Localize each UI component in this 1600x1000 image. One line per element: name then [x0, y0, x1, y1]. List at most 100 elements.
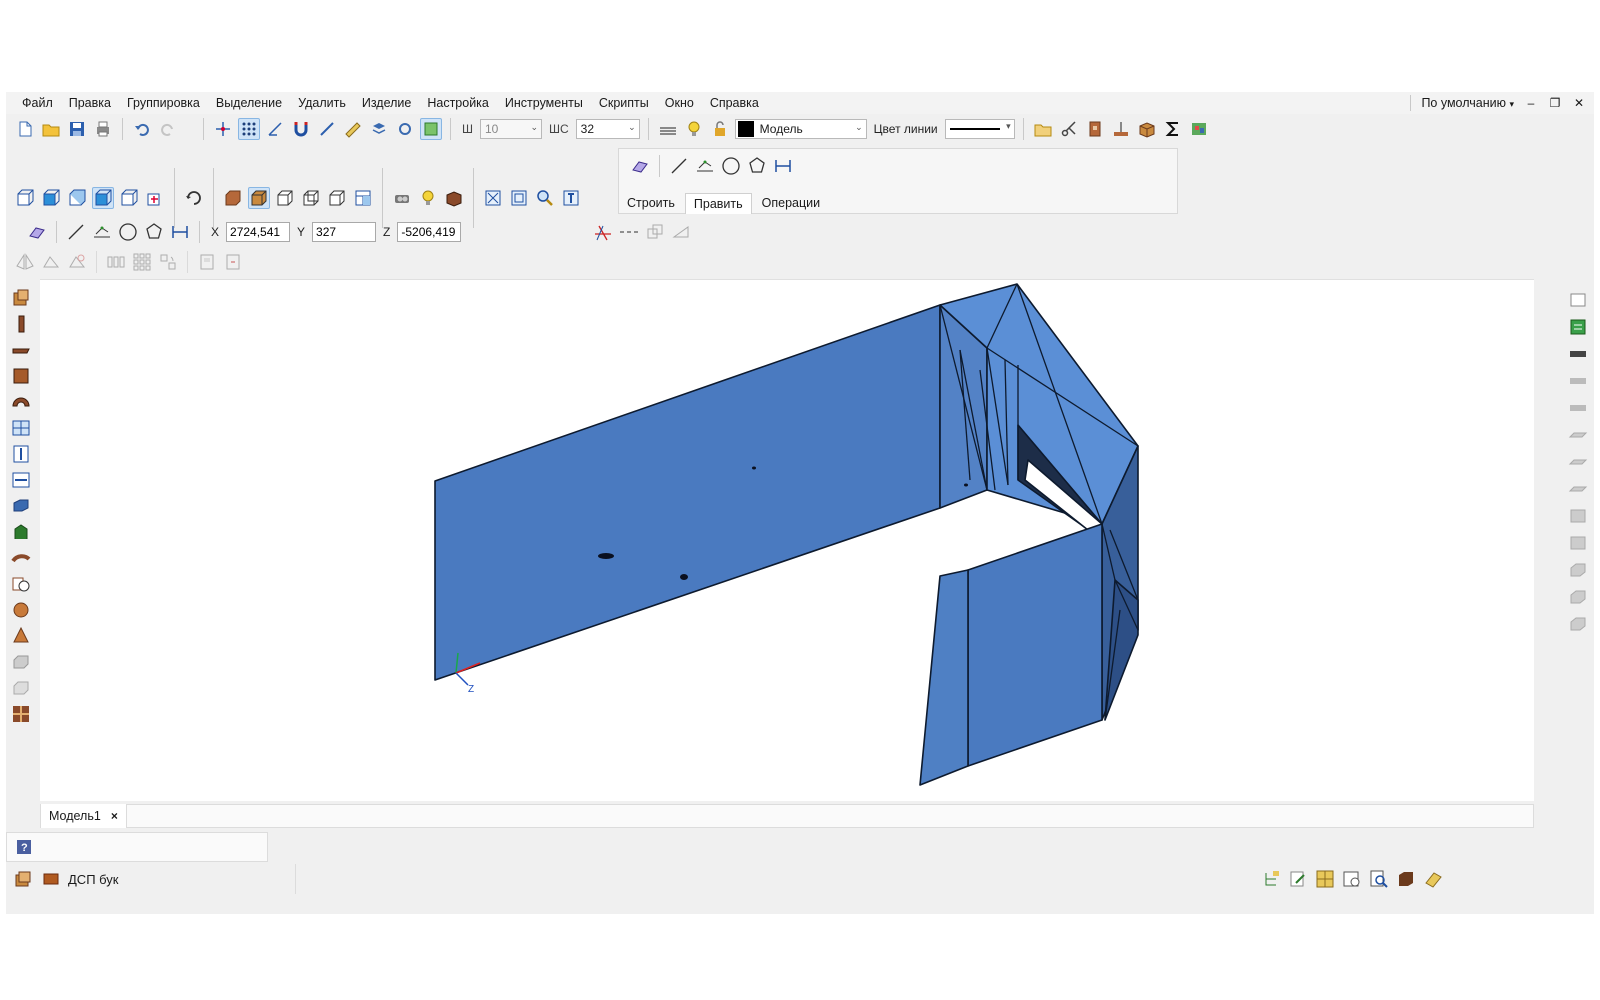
- menu-delete[interactable]: Удалить: [290, 92, 354, 114]
- plane-tool-icon[interactable]: [629, 155, 651, 177]
- material-indicator[interactable]: ДСП бук: [6, 864, 296, 894]
- 3d-viewport[interactable]: Z: [40, 279, 1534, 801]
- dimension-tool-icon[interactable]: [772, 155, 794, 177]
- drill-icon[interactable]: [1110, 118, 1132, 140]
- close-icon[interactable]: ✕: [1572, 96, 1586, 110]
- sum-icon[interactable]: [1162, 118, 1184, 140]
- magnet-icon[interactable]: [290, 118, 312, 140]
- view-right-icon[interactable]: [118, 187, 140, 209]
- parts2-icon[interactable]: [1567, 586, 1589, 608]
- close-tab-icon[interactable]: ×: [111, 809, 118, 823]
- refresh-view-icon[interactable]: [394, 118, 416, 140]
- circle-tool-icon[interactable]: [720, 155, 742, 177]
- back-panel-icon[interactable]: [10, 365, 32, 387]
- layer-combo[interactable]: Модель ⌄: [734, 119, 867, 139]
- tab-build[interactable]: Строить: [619, 193, 683, 214]
- section-view-icon[interactable]: [352, 187, 374, 209]
- restore-icon[interactable]: ❐: [1548, 96, 1562, 110]
- cabinet-icon[interactable]: [1395, 868, 1417, 890]
- z-coordinate-input[interactable]: [397, 222, 462, 242]
- menu-tools[interactable]: Инструменты: [497, 92, 591, 114]
- view-rotate-icon[interactable]: [144, 187, 166, 209]
- array-rotate-icon[interactable]: [157, 251, 179, 273]
- polygon-tool-icon[interactable]: [143, 221, 165, 243]
- divider-v-icon[interactable]: [10, 443, 32, 465]
- menu-selection[interactable]: Выделение: [208, 92, 290, 114]
- material-box-icon[interactable]: [443, 187, 465, 209]
- texture-icon[interactable]: [10, 703, 32, 725]
- dimension-tool-icon[interactable]: [169, 221, 191, 243]
- view-left-icon[interactable]: [66, 187, 88, 209]
- trim-icon[interactable]: [592, 221, 614, 243]
- tab-operations[interactable]: Операции: [754, 193, 828, 214]
- tree-icon[interactable]: [1260, 868, 1282, 890]
- ruler-h3-icon[interactable]: [1567, 397, 1589, 419]
- horizontal-panel-icon[interactable]: [10, 339, 32, 361]
- render-solid-icon[interactable]: [222, 187, 244, 209]
- view-iso-icon[interactable]: [92, 187, 114, 209]
- ruler-h2-icon[interactable]: [1567, 370, 1589, 392]
- menu-scripts[interactable]: Скрипты: [591, 92, 657, 114]
- extrude-icon[interactable]: [10, 651, 32, 673]
- open-folder-icon[interactable]: [40, 118, 62, 140]
- line-tool-icon[interactable]: [668, 155, 690, 177]
- minimize-icon[interactable]: –: [1524, 96, 1538, 110]
- ruler-icon[interactable]: [342, 118, 364, 140]
- report-icon[interactable]: [1188, 118, 1210, 140]
- line-tool-icon[interactable]: [65, 221, 87, 243]
- camera-icon[interactable]: [391, 187, 413, 209]
- render-hidden-icon[interactable]: [300, 187, 322, 209]
- render-wire-icon[interactable]: [274, 187, 296, 209]
- ortho-icon[interactable]: [264, 118, 286, 140]
- menu-product[interactable]: Изделие: [354, 92, 420, 114]
- menu-settings[interactable]: Настройка: [419, 92, 497, 114]
- mirror-part-icon[interactable]: [14, 251, 36, 273]
- divider-h-icon[interactable]: [10, 469, 32, 491]
- view-top-icon[interactable]: [40, 187, 62, 209]
- block-icon[interactable]: [1567, 505, 1589, 527]
- width-combo[interactable]: 10 ⌄: [480, 119, 542, 139]
- render-edges-icon[interactable]: [326, 187, 348, 209]
- save-icon[interactable]: [66, 118, 88, 140]
- select-mode-icon[interactable]: [420, 118, 442, 140]
- ruler-h-icon[interactable]: [1567, 343, 1589, 365]
- model-tree-icon[interactable]: [1567, 316, 1589, 338]
- dashed-line-icon[interactable]: [618, 221, 640, 243]
- menu-grouping[interactable]: Группировка: [119, 92, 208, 114]
- facade-icon[interactable]: [10, 417, 32, 439]
- panel-tool-icon[interactable]: [10, 287, 32, 309]
- array-line-icon[interactable]: [105, 251, 127, 273]
- search-doc-icon[interactable]: [1368, 868, 1390, 890]
- circle-tool-icon[interactable]: [117, 221, 139, 243]
- wall-panel-long[interactable]: [434, 304, 941, 681]
- zoom-extents-icon[interactable]: [482, 187, 504, 209]
- front-panel-large[interactable]: [967, 523, 1103, 767]
- x-coordinate-input[interactable]: [226, 222, 291, 242]
- ungroup-icon[interactable]: [222, 251, 244, 273]
- block2-icon[interactable]: [1567, 532, 1589, 554]
- report-view-icon[interactable]: [1341, 868, 1363, 890]
- y-coordinate-input[interactable]: [312, 222, 377, 242]
- tab-modify[interactable]: Править: [684, 193, 752, 214]
- bulb-icon[interactable]: [683, 118, 705, 140]
- zoom-window-icon[interactable]: [508, 187, 530, 209]
- profile-dropdown[interactable]: По умолчанию ▾: [1421, 96, 1514, 110]
- copy-icon[interactable]: [644, 221, 666, 243]
- grid-icon[interactable]: [238, 118, 260, 140]
- folder-star-icon[interactable]: [1032, 118, 1054, 140]
- polygon-tool-icon[interactable]: [746, 155, 768, 177]
- parts3-icon[interactable]: [1567, 613, 1589, 635]
- box-icon[interactable]: [1136, 118, 1158, 140]
- menu-window[interactable]: Окно: [657, 92, 702, 114]
- undo-icon[interactable]: [131, 118, 153, 140]
- layers-icon[interactable]: [368, 118, 390, 140]
- menu-file[interactable]: Файл: [14, 92, 61, 114]
- polyline-tool-icon[interactable]: [694, 155, 716, 177]
- step-combo[interactable]: 32 ⌄: [575, 119, 640, 139]
- vertical-panel-icon[interactable]: [10, 313, 32, 335]
- snap-points-icon[interactable]: [212, 118, 234, 140]
- light-icon[interactable]: [417, 187, 439, 209]
- cutting-map-icon[interactable]: [1314, 868, 1336, 890]
- align-icon[interactable]: [40, 251, 62, 273]
- rotate-body-icon[interactable]: [10, 677, 32, 699]
